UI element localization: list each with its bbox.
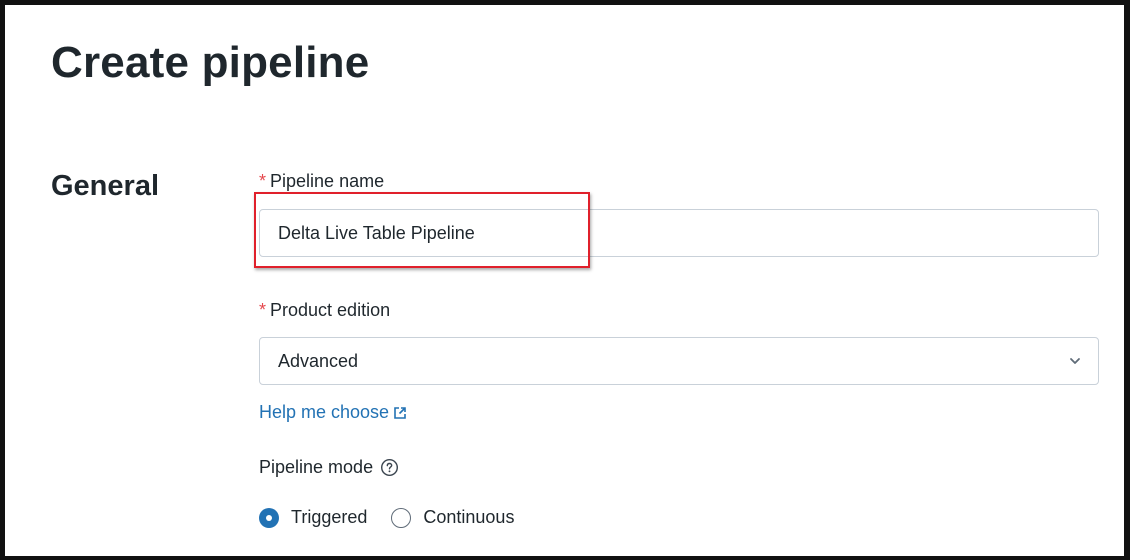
required-marker: *	[259, 171, 267, 191]
pipeline-mode-radio-group: Triggered Continuous	[259, 507, 538, 528]
pipeline-name-input[interactable]	[259, 209, 1099, 257]
pipeline-mode-label: Pipeline mode	[259, 457, 399, 478]
product-edition-select[interactable]: Advanced	[259, 337, 1099, 385]
help-me-choose-link[interactable]: Help me choose	[259, 402, 408, 423]
radio-option-continuous[interactable]: Continuous	[391, 507, 514, 528]
pipeline-mode-label-text: Pipeline mode	[259, 457, 374, 477]
required-marker: *	[259, 300, 267, 320]
section-title-general: General	[51, 170, 159, 202]
pipeline-name-label: * Pipeline name	[259, 171, 384, 192]
help-me-choose-text: Help me choose	[259, 402, 390, 422]
product-edition-label: * Product edition	[259, 300, 390, 321]
product-edition-value: Advanced	[278, 351, 359, 371]
page-title: Create pipeline	[51, 38, 370, 87]
pipeline-name-label-text: Pipeline name	[270, 171, 385, 191]
chevron-down-icon	[1070, 358, 1080, 364]
product-edition-label-text: Product edition	[270, 300, 391, 320]
radio-triggered[interactable]	[259, 507, 279, 528]
help-circle-icon[interactable]	[380, 458, 399, 477]
external-link-icon	[394, 406, 406, 419]
radio-label-triggered: Triggered	[291, 507, 368, 527]
radio-continuous[interactable]	[391, 507, 412, 528]
radio-label-continuous: Continuous	[423, 507, 515, 527]
radio-option-triggered[interactable]: Triggered	[259, 507, 367, 528]
